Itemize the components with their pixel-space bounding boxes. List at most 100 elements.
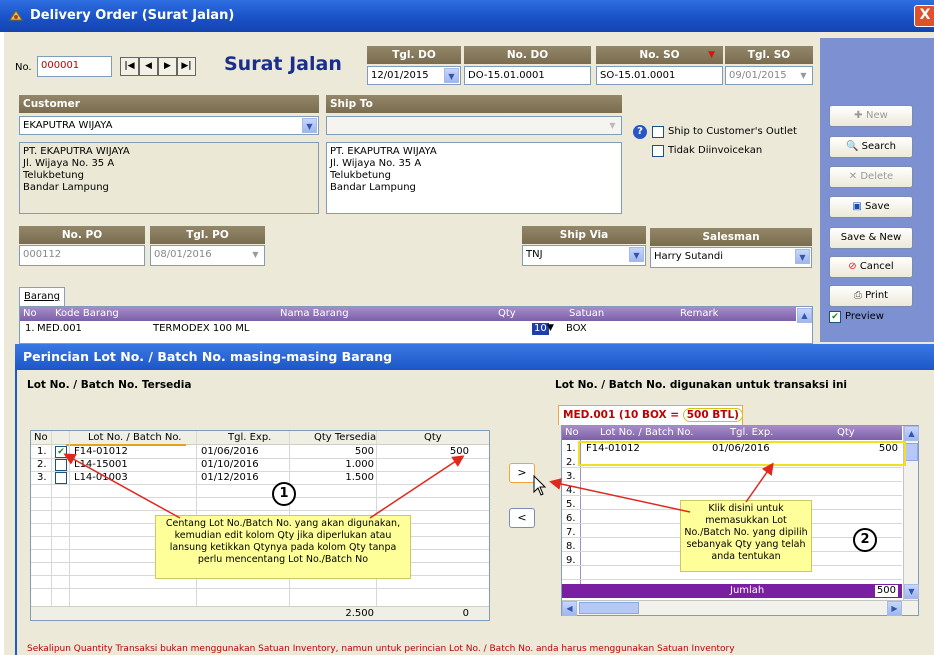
step-marker-2: 2 [853,528,877,552]
ship-via-label: Ship Via [522,226,646,244]
salesman-label: Salesman [650,228,812,246]
preview-label: Preview [845,311,884,322]
help-icon[interactable]: ? [633,125,647,139]
instruction-callout-2: Klik disini untuk memasukkan Lot No./Bat… [680,500,812,572]
used-no: 7. [566,527,576,538]
tgl-po-field[interactable]: 08/01/2016 ▼ [150,245,265,266]
col-kode: Kode Barang [55,308,119,319]
delete-button[interactable]: ✕ Delete [829,166,913,188]
tgl-do-field[interactable]: 12/01/2015 ▼ [367,66,461,85]
tgl-so-field[interactable]: 09/01/2015 ▼ [725,66,813,85]
jumlah-label: Jumlah [730,585,765,596]
ship-outlet-checkbox[interactable] [652,126,664,138]
save-button[interactable]: ▣ Save [829,196,913,218]
table-row[interactable]: 1. MED.001 TERMODEX 100 ML 10 ▼ BOX [20,322,796,336]
total-qty: 0 [462,608,469,619]
chevron-down-icon[interactable]: ▼ [795,249,810,264]
disk-icon: ▣ [852,201,866,212]
move-right-button[interactable]: > [509,463,535,483]
customer-select[interactable]: EKAPUTRA WIJAYA ▼ [19,116,319,135]
item-tab-highlight: 500 BTL) [682,408,743,422]
left-col-no: No [34,432,48,443]
no-so-field[interactable]: SO-15.01.0001 [596,66,723,85]
no-field[interactable]: 000001 [37,56,112,77]
plus-icon: ✚ [854,110,867,121]
right-panel-label: Lot No. / Batch No. digunakan untuk tran… [555,379,848,391]
tidak-invoice-checkbox[interactable] [652,145,664,157]
jumlah-value: 500 [874,585,898,597]
table-row[interactable]: 2. L14-15001 01/10/2016 1.000 [31,459,489,472]
no-so-label-text: No. SO [639,49,680,61]
total-tersedia: 2.500 [345,608,374,619]
scroll-up-icon[interactable]: ▲ [904,426,919,441]
lot-checkbox[interactable]: ✔ [55,446,67,458]
right-col-exp: Tgl. Exp. [730,427,774,438]
mouse-cursor-icon [533,475,547,496]
lot-number: L14-15001 [74,459,128,470]
instruction-callout-1: Centang Lot No./Batch No. yang akan digu… [155,515,411,579]
chevron-down-icon[interactable]: ▼ [302,118,317,133]
cancel-button[interactable]: ⊘ Cancel [829,256,913,278]
col-satuan: Satuan [569,308,605,319]
no-po-field[interactable]: 000112 [19,245,145,266]
preview-checkbox[interactable]: ✔ [829,311,841,323]
table-row[interactable]: 1. ✔ F14-01012 01/06/2016 500 500 [31,446,489,459]
tab-barang[interactable]: Barang [19,287,65,307]
right-col-no: No [565,427,579,438]
table-row[interactable]: 3. [562,470,902,484]
lot-checkbox[interactable] [55,459,67,471]
lot-checkbox[interactable] [55,472,67,484]
lot-exp: 01/12/2016 [201,472,259,483]
highlight-box [578,441,906,466]
printer-icon: ⎙ [853,290,866,301]
row-kode: MED.001 [37,323,82,334]
scroll-down-icon[interactable]: ▼ [904,584,919,599]
first-record-button[interactable]: |◀ [120,57,139,76]
ship-to-select[interactable]: ▼ [326,116,622,135]
new-button[interactable]: ✚ New [829,105,913,127]
used-no: 4. [566,485,576,496]
lot-qty[interactable]: 500 [450,446,469,458]
used-no: 6. [566,513,576,524]
binoculars-icon: 🔍 [846,141,862,152]
popup-title: Perincian Lot No. / Batch No. masing-mas… [15,344,934,370]
next-record-button[interactable]: ▶ [158,57,177,76]
used-no: 1. [566,443,576,454]
scroll-thumb[interactable] [905,443,918,461]
last-record-button[interactable]: ▶| [177,57,196,76]
table-row[interactable]: 4. [562,484,902,498]
ship-via-select[interactable]: TNJ ▼ [522,245,646,266]
horizontal-scrollbar[interactable]: ◀ ▶ [562,600,918,616]
row-nama: TERMODEX 100 ML [153,323,250,334]
save-new-button[interactable]: Save & New [829,227,913,249]
print-button-label: Print [865,290,889,301]
right-col-lot: Lot No. / Batch No. [600,427,694,438]
tgl-do-value: 12/01/2015 [371,70,429,81]
used-no: 5. [566,499,576,510]
ship-to-address[interactable]: PT. EKAPUTRA WIJAYA Jl. Wijaya No. 35 A … [326,142,622,214]
no-do-field[interactable]: DO-15.01.0001 [464,66,591,85]
close-button[interactable]: X [914,5,934,27]
search-button-label: Search [861,141,896,152]
prev-record-button[interactable]: ◀ [139,57,158,76]
salesman-select[interactable]: Harry Sutandi ▼ [650,247,812,268]
scroll-up-icon[interactable]: ▲ [797,308,812,323]
print-button[interactable]: ⎙ Print [829,285,913,307]
left-grid-footer: 2.500 0 [31,606,489,620]
used-no: 8. [566,541,576,552]
used-no: 2. [566,457,576,468]
move-left-button[interactable]: < [509,508,535,528]
table-row[interactable]: 3. L14-01003 01/12/2016 1.500 [31,472,489,485]
search-button[interactable]: 🔍 Search [829,136,913,158]
chevron-down-icon[interactable]: ▼ [629,247,644,262]
customer-value: EKAPUTRA WIJAYA [23,120,113,131]
lot-tersedia: 1.000 [345,459,374,470]
scroll-left-icon[interactable]: ◀ [562,601,577,616]
scroll-right-icon[interactable]: ▶ [887,601,902,616]
left-panel-label: Lot No. / Batch No. Tersedia [27,379,192,391]
tidak-invoice-label: Tidak Diinvoicekan [668,145,763,156]
chevron-down-icon[interactable]: ▼ [444,68,459,83]
scroll-thumb[interactable] [579,602,639,614]
lot-dropdown-icon[interactable]: ▼ [547,322,554,334]
item-tab[interactable]: MED.001 (10 BOX = 500 BTL) [558,405,743,425]
